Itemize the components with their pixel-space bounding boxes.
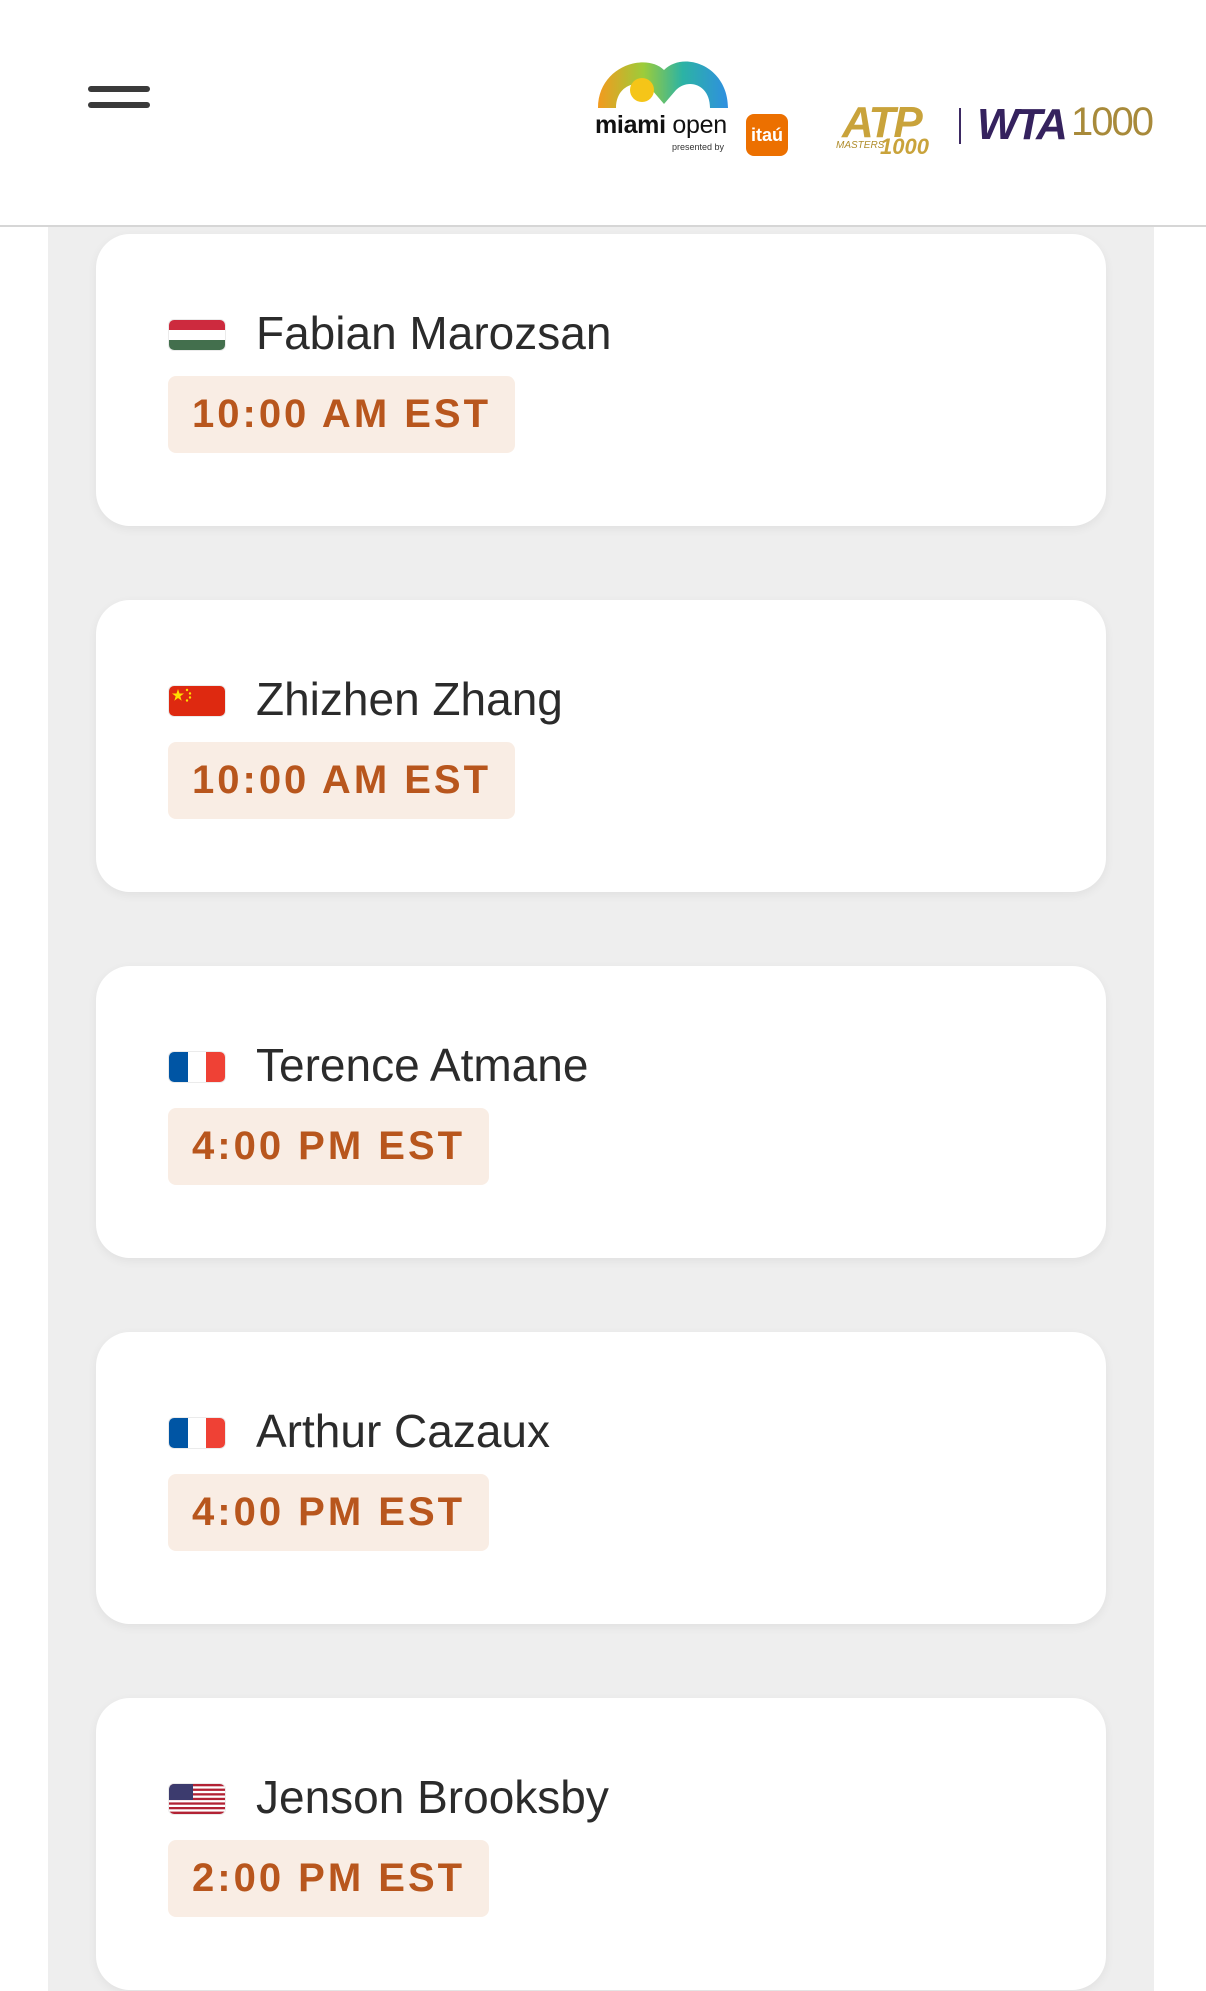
player-name: Terence Atmane [256,1039,589,1091]
player-name: Fabian Marozsan [256,307,612,359]
player-card[interactable]: Jenson Brooksby 2:00 PM EST [96,1698,1106,1990]
usa-flag-icon [169,1784,225,1814]
top-header: miami open presented by itaú ATP MASTERS… [0,0,1206,227]
match-time-badge: 10:00 AM EST [168,376,516,453]
match-time-badge: 10:00 AM EST [168,742,516,819]
player-card[interactable]: Terence Atmane 4:00 PM EST [96,966,1106,1258]
presented-by-text: presented by [672,142,725,152]
player-card[interactable]: Fabian Marozsan 10:00 AM EST [96,234,1106,526]
match-time-badge: 4:00 PM EST [168,1108,490,1185]
player-name: Arthur Cazaux [256,1405,551,1457]
player-card[interactable]: Arthur Cazaux 4:00 PM EST [96,1332,1106,1624]
wta-1000-label: 1000 [1071,100,1154,144]
menu-bar [88,102,150,108]
france-flag-icon [169,1052,225,1082]
wta-logo[interactable]: WTA [977,100,1068,150]
match-time-badge: 4:00 PM EST [168,1474,490,1551]
menu-bar [88,86,150,92]
france-flag-icon [169,1418,225,1448]
hungary-flag-icon [169,320,225,350]
hamburger-menu-icon[interactable] [88,84,150,114]
atp-masters-label: MASTERS [836,140,885,151]
atp-1000-label: 1000 [880,134,929,159]
player-name: Jenson Brooksby [256,1771,609,1823]
miami-open-wordmark: miami open [595,111,727,139]
match-time-badge: 2:00 PM EST [168,1840,490,1917]
player-name: Zhizhen Zhang [256,673,563,725]
player-card[interactable]: Zhizhen Zhang 10:00 AM EST [96,600,1106,892]
china-flag-icon [169,686,225,716]
itau-logo: itaú [746,114,788,156]
logo-divider [959,108,961,144]
